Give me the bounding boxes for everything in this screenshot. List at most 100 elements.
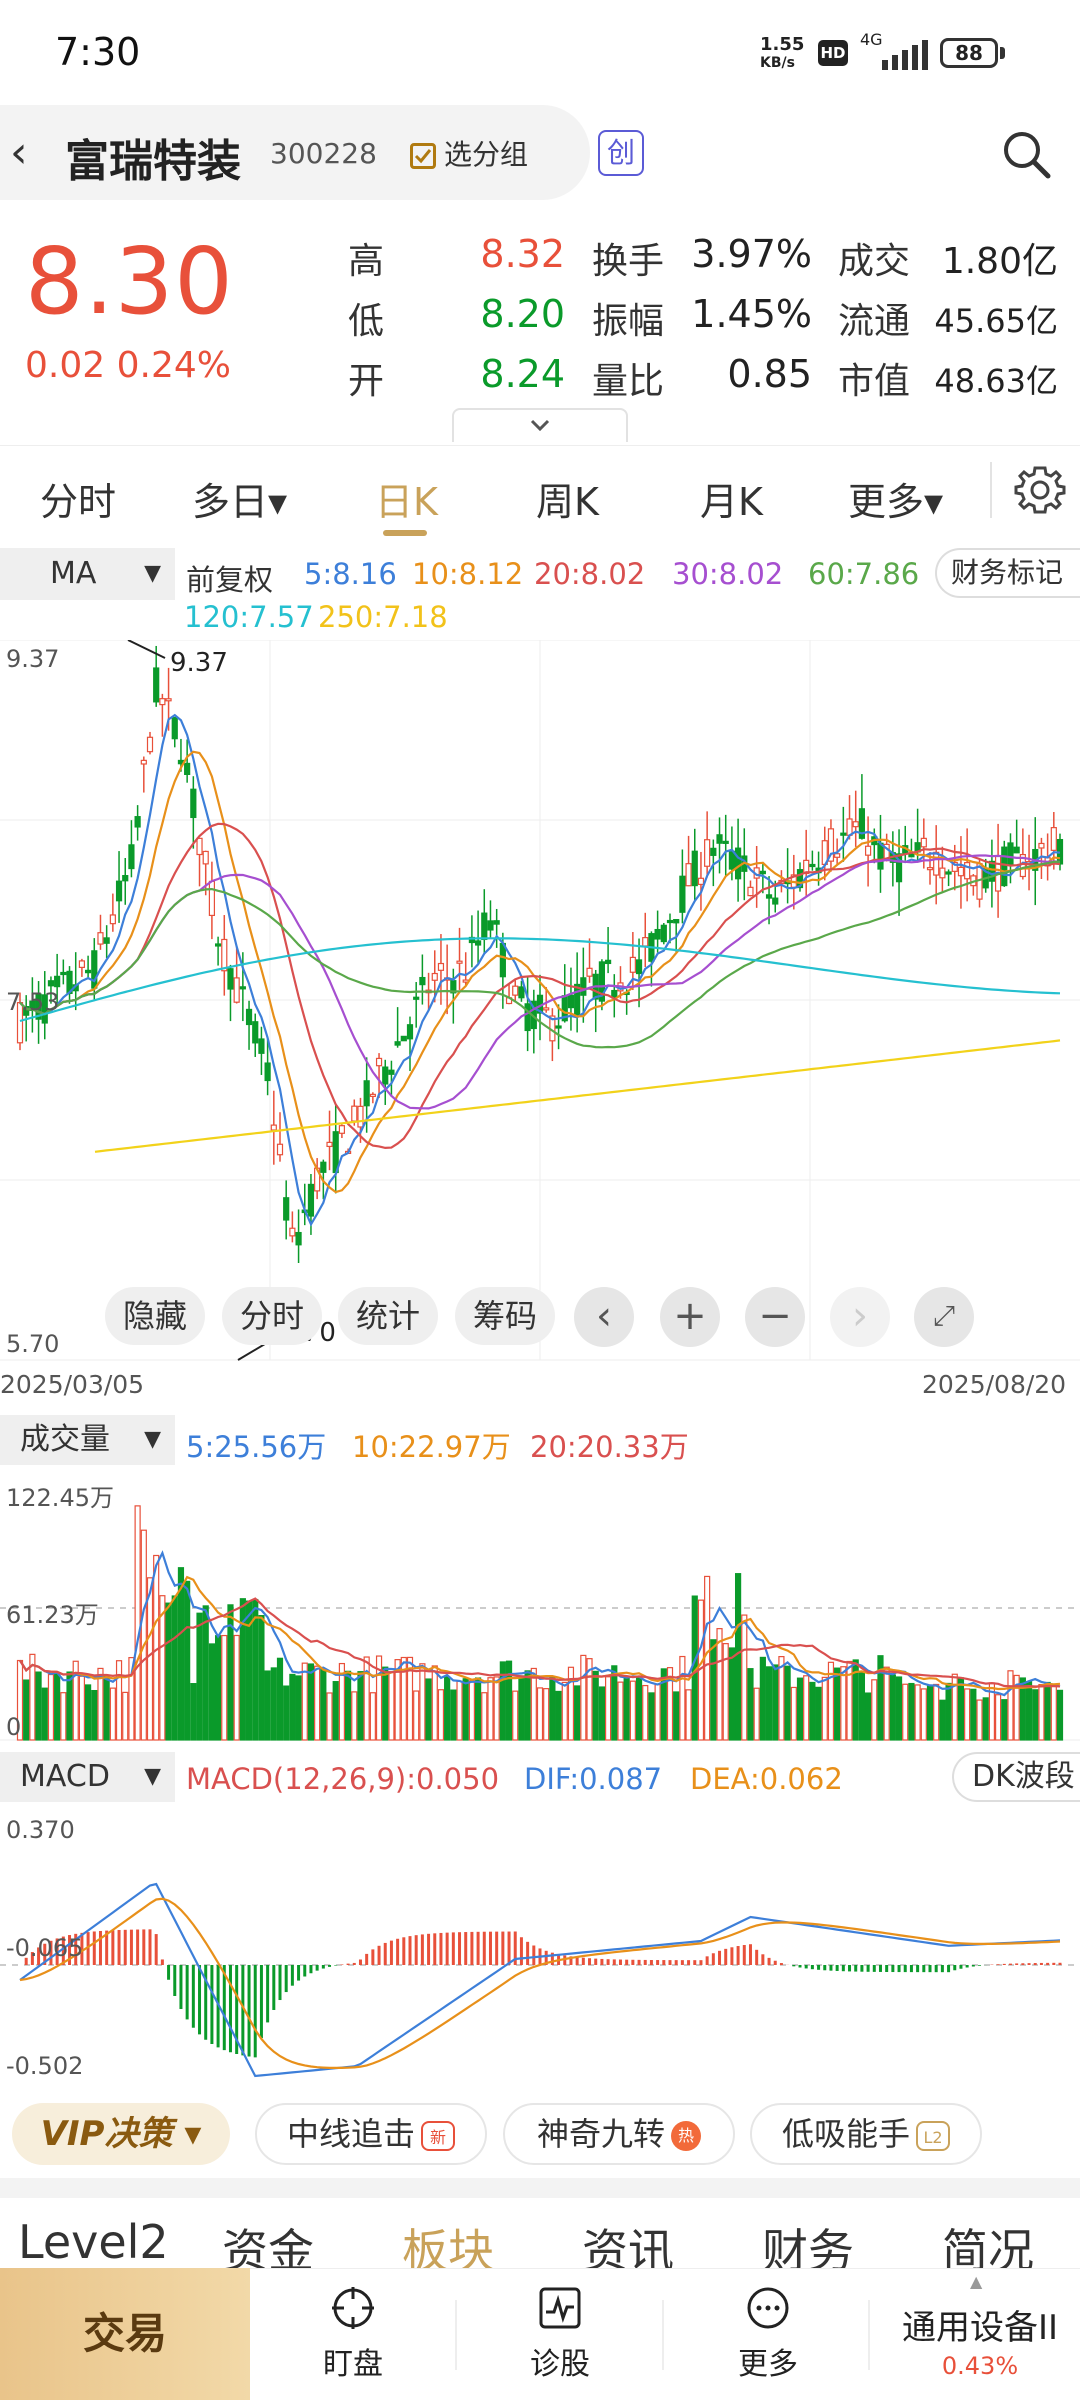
adjust-mode[interactable]: 前复权	[186, 557, 273, 599]
candle-body	[1050, 827, 1057, 851]
macd-chart[interactable]	[0, 1805, 1080, 2090]
signal-icon	[882, 40, 928, 70]
candle-body	[245, 1008, 253, 1026]
float-cap-value: 45.65亿	[934, 302, 1058, 340]
tab-daily-k[interactable]: 日K	[375, 471, 438, 526]
volume-bar	[314, 1665, 321, 1741]
volume-bar	[710, 1639, 717, 1741]
dropdown-icon: ▼	[144, 561, 161, 586]
volume-bar	[902, 1683, 909, 1741]
candle-body	[115, 880, 123, 902]
candle-body	[437, 962, 445, 971]
volume-bar	[54, 1672, 61, 1741]
tab-multiday[interactable]: 多日▾	[192, 471, 287, 526]
volume-bar	[190, 1683, 197, 1741]
candle-body	[945, 871, 952, 875]
volume-bar	[344, 1670, 352, 1741]
volume-bar	[778, 1656, 785, 1741]
search-icon[interactable]	[1000, 128, 1052, 180]
candle-body	[654, 928, 661, 940]
midline-chase-button[interactable]: 中线追击新	[255, 2103, 487, 2165]
back-icon[interactable]: ‹	[10, 128, 50, 178]
ma60-value: 60:7.86	[808, 557, 920, 591]
expand-quote-button[interactable]	[452, 408, 628, 442]
low-buy-button[interactable]: 低吸能手 L2	[750, 2103, 982, 2165]
stats-button[interactable]: 统计	[338, 1287, 438, 1345]
turnover-label: 换手	[592, 241, 665, 282]
volume-bar	[543, 1688, 550, 1741]
volume-bar	[889, 1674, 896, 1741]
volume-bar	[654, 1684, 661, 1741]
candle-body	[221, 938, 228, 972]
candle-body	[227, 968, 234, 990]
candle-body	[518, 986, 525, 999]
indicator-selector-ma[interactable]: MA ▼	[0, 548, 175, 600]
market-cap-value: 48.63亿	[934, 362, 1058, 400]
candle-body	[146, 736, 154, 753]
volume-bar	[171, 1595, 178, 1741]
volume-bar	[115, 1660, 123, 1741]
candle-body	[171, 716, 178, 740]
trade-button[interactable]: 交易	[0, 2268, 250, 2400]
status-bar: 7:30 1.55 KB/s HD 4G 88	[0, 0, 1080, 100]
dk-band-button[interactable]: DK波段	[952, 1752, 1080, 1802]
indicator-selector-macd[interactable]: MACD ▼	[0, 1752, 175, 1802]
peak-price-label: 9.37	[170, 648, 228, 678]
hide-button[interactable]: 隐藏	[105, 1287, 205, 1345]
candle-body	[580, 977, 587, 996]
candle-body	[747, 886, 754, 897]
amount-value: 1.80亿	[941, 241, 1058, 282]
tab-level2[interactable]: Level2	[18, 2215, 169, 2269]
volume-chart[interactable]	[0, 1468, 1080, 1748]
volume-bar	[493, 1676, 500, 1741]
volume-bar	[635, 1677, 643, 1741]
fullscreen-icon[interactable]: ⤢	[914, 1287, 974, 1347]
candle-body	[834, 853, 841, 858]
candle-body	[1013, 846, 1020, 854]
volume-bar	[809, 1681, 816, 1741]
candle-body	[190, 788, 197, 819]
end-date: 2025/08/20	[922, 1370, 1067, 1399]
volume-bar	[276, 1657, 284, 1741]
candle-body	[233, 977, 240, 1003]
financial-mark-button[interactable]: 财务标记	[935, 548, 1080, 598]
volume-bar	[499, 1661, 506, 1741]
dropdown-icon: ▼	[144, 1764, 161, 1789]
volume-bar	[772, 1664, 779, 1741]
candle-body	[685, 863, 692, 887]
low-label: 低	[348, 301, 385, 342]
volume-bar	[604, 1676, 612, 1741]
volume-bar	[264, 1670, 271, 1741]
tab-timeshare[interactable]: 分时	[40, 471, 116, 526]
candle-body	[159, 698, 166, 706]
volume-bar	[741, 1614, 748, 1741]
chevron-down-icon	[530, 419, 550, 432]
tab-more[interactable]: 更多▾	[848, 471, 943, 526]
select-group-button[interactable]: 选分组	[410, 133, 528, 173]
scroll-right-icon[interactable]: ›	[830, 1287, 890, 1347]
zoom-in-icon[interactable]: +	[660, 1287, 720, 1347]
chips-button[interactable]: 筹码	[455, 1287, 555, 1345]
kline-chart[interactable]	[0, 640, 1080, 1370]
volume-bar	[623, 1675, 630, 1741]
volume-bar	[1044, 1681, 1051, 1741]
indicator-selector-volume[interactable]: 成交量 ▼	[0, 1415, 175, 1465]
volume-bar	[363, 1656, 370, 1741]
candle-body	[239, 986, 246, 990]
sector-name[interactable]: 通用设备II	[880, 2300, 1080, 2349]
volume-bar	[214, 1635, 222, 1741]
candle-body	[704, 839, 711, 867]
tab-weekly-k[interactable]: 周K	[536, 471, 599, 526]
magic-nine-button[interactable]: 神奇九转热	[503, 2103, 735, 2165]
tab-monthly-k[interactable]: 月K	[700, 471, 763, 526]
watch-button[interactable]: 盯盘	[283, 2285, 423, 2383]
scroll-left-icon[interactable]: ‹	[574, 1287, 634, 1347]
more-button[interactable]: 更多	[698, 2285, 838, 2383]
timeshare-button[interactable]: 分时	[222, 1287, 322, 1345]
gear-icon[interactable]	[1012, 462, 1068, 518]
volume-bar	[146, 1577, 154, 1741]
zoom-out-icon[interactable]: −	[745, 1287, 805, 1347]
diagnose-button[interactable]: 诊股	[490, 2285, 630, 2383]
vip-decision-button[interactable]: VIP决策 ▾	[12, 2103, 230, 2165]
peak-pointer	[127, 640, 166, 659]
